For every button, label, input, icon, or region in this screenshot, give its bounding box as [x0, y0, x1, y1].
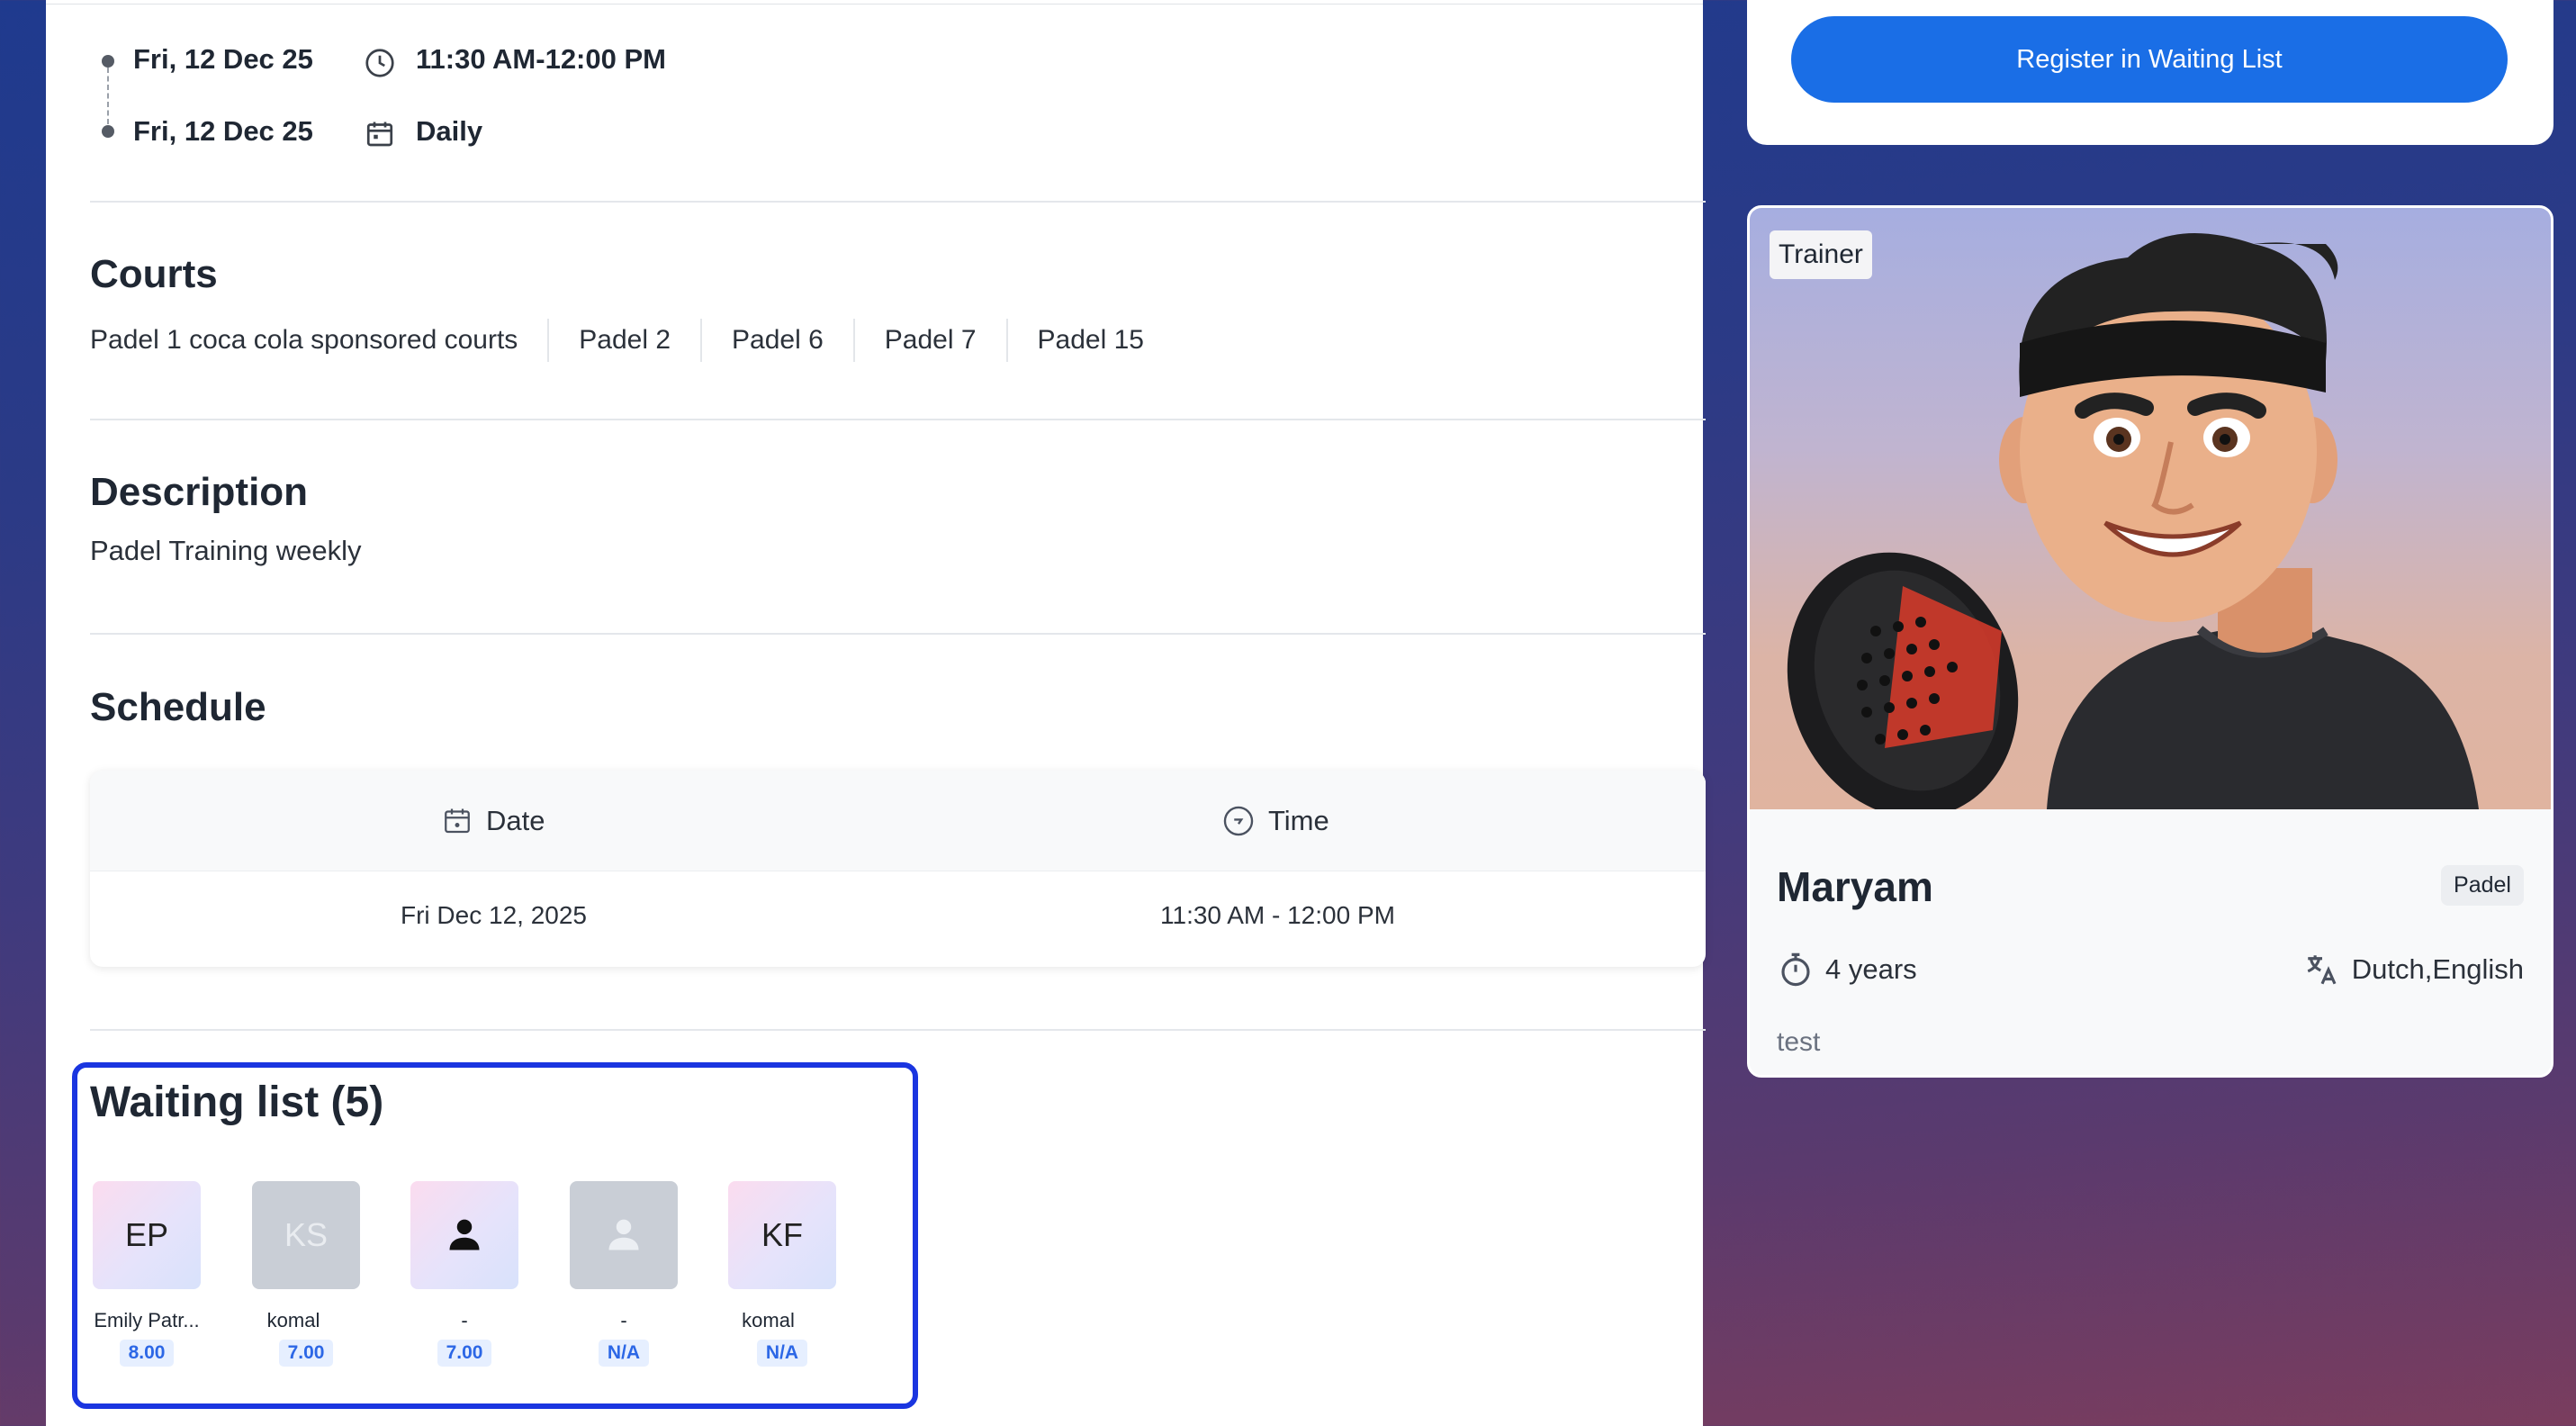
- waiting-list-member[interactable]: - N/A: [556, 1181, 691, 1367]
- schedule-title: Schedule: [90, 685, 266, 729]
- member-score-badge: N/A: [598, 1340, 650, 1367]
- avatar: [570, 1181, 678, 1289]
- avatar: KS: [252, 1181, 360, 1289]
- card-top-border: [46, 4, 1703, 5]
- schedule-table: Date Time Fri Dec 12, 2025 11:30 AM - 12…: [90, 771, 1706, 967]
- schedule-date-cell: Fri Dec 12, 2025: [401, 901, 587, 929]
- clock-icon: [1223, 806, 1254, 836]
- member-name: komal: [742, 1309, 795, 1331]
- court-item: Padel 1 coca cola sponsored courts: [90, 325, 518, 355]
- schedule-table-header: Date Time: [90, 771, 1706, 871]
- courts-title: Courts: [90, 252, 218, 296]
- description-text: Padel Training weekly: [90, 535, 362, 566]
- member-name: -: [620, 1309, 627, 1331]
- waiting-list-member[interactable]: KS komal 7.00: [239, 1181, 374, 1367]
- court-item: Padel 7: [852, 319, 1006, 362]
- schedule-time-cell: 11:30 AM - 12:00 PM: [1160, 901, 1395, 929]
- translate-icon: [2307, 955, 2337, 985]
- start-date: Fri, 12 Dec 25: [133, 43, 313, 75]
- member-name: Emily Patr...: [94, 1309, 200, 1331]
- waiting-list-member[interactable]: KF komal N/A: [715, 1181, 850, 1367]
- timeline-start-dot: [102, 55, 114, 68]
- member-score-badge: 7.00: [437, 1340, 492, 1367]
- member-score-badge: N/A: [756, 1340, 808, 1367]
- court-item: Padel 6: [700, 319, 853, 362]
- timeline-connector: [107, 68, 109, 124]
- court-item: Padel 15: [1005, 319, 1174, 362]
- time-range: 11:30 AM-12:00 PM: [416, 43, 666, 75]
- trainer-photo: Trainer: [1750, 208, 2551, 809]
- stopwatch-icon: [1781, 952, 1810, 987]
- clock-icon: [364, 47, 396, 84]
- trainer-experience: 4 years: [1777, 951, 1917, 988]
- waiting-list-title: Waiting list (5): [90, 1079, 384, 1126]
- register-waiting-list-button[interactable]: Register in Waiting List: [1791, 16, 2508, 103]
- divider: [90, 419, 1706, 420]
- court-item: Padel 2: [547, 319, 700, 362]
- trainer-illustration: [1787, 233, 2479, 809]
- courts-list: Padel 1 coca cola sponsored courts Padel…: [90, 319, 1174, 362]
- trainer-name: Maryam: [1777, 863, 1933, 910]
- person-icon: [449, 1219, 480, 1250]
- avatar: EP: [93, 1181, 201, 1289]
- trainer-bio: test: [1777, 1027, 1821, 1057]
- time-column-header: Time: [1221, 771, 1329, 871]
- sport-badge: Padel: [2441, 865, 2524, 906]
- date-column-header: Date: [441, 771, 545, 871]
- calendar-icon: [364, 118, 396, 155]
- waiting-list-member[interactable]: EP Emily Patr... 8.00: [79, 1181, 214, 1367]
- avatar: KF: [728, 1181, 836, 1289]
- member-name: -: [461, 1309, 468, 1331]
- member-name: komal: [266, 1309, 320, 1331]
- calendar-icon: [445, 808, 470, 834]
- waiting-list-member[interactable]: - 7.00: [397, 1181, 532, 1367]
- divider: [90, 201, 1706, 203]
- divider: [90, 1029, 1706, 1031]
- end-date: Fri, 12 Dec 25: [133, 115, 313, 147]
- recurrence: Daily: [416, 115, 483, 147]
- divider: [90, 633, 1706, 635]
- person-icon: [608, 1219, 639, 1250]
- timeline-end-dot: [102, 125, 114, 138]
- avatar: [410, 1181, 518, 1289]
- trainer-card[interactable]: Trainer Maryam Padel 4 years Dutch,Engli…: [1747, 205, 2553, 1078]
- member-score-badge: 7.00: [278, 1340, 334, 1367]
- member-score-badge: 8.00: [119, 1340, 175, 1367]
- trainer-tag: Trainer: [1770, 230, 1872, 279]
- description-title: Description: [90, 470, 309, 514]
- trainer-languages: Dutch,English: [2303, 951, 2524, 988]
